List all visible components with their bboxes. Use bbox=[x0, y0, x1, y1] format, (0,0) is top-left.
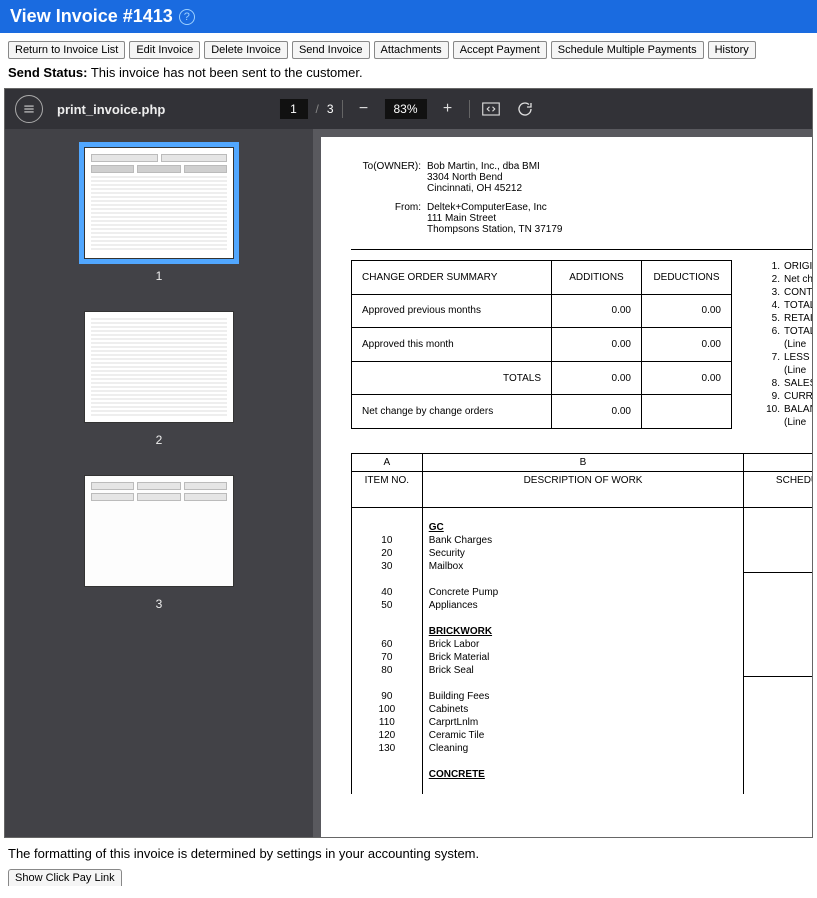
thumbnail-label-1: 1 bbox=[156, 269, 163, 283]
schedule-payments-button[interactable]: Schedule Multiple Payments bbox=[551, 41, 704, 59]
summary-line: (Line bbox=[762, 364, 812, 377]
table-row: 80Brick Seal150.000.000.00 bbox=[352, 664, 813, 677]
summary-line: 7.LESS PR bbox=[762, 351, 812, 364]
page-title-bar: View Invoice #1413 ? bbox=[0, 0, 817, 33]
summary-sidebar: 1.ORIGIN2.Net cha3.CONTRA4.TOTAL C5.RETA… bbox=[762, 260, 812, 429]
table-row: TOTALS 0.00 0.00 bbox=[352, 361, 732, 395]
pdf-viewer: print_invoice.php / 3 − 83% + bbox=[4, 88, 813, 838]
table-row: 40Concrete Pump1,065.000.00532.50 bbox=[352, 586, 813, 599]
table-row: 90Building Fees7,670.000.000.00 bbox=[352, 690, 813, 703]
subtotal-row: 505.000.00416.25 bbox=[352, 573, 813, 586]
table-row: 50Appliances4,720.000.001,180.00 bbox=[352, 599, 813, 612]
col-item-no: ITEM NO. bbox=[352, 472, 423, 508]
page-separator: / bbox=[315, 102, 318, 116]
table-row: Approved this month 0.00 0.00 bbox=[352, 328, 732, 362]
fit-page-icon[interactable] bbox=[478, 96, 504, 122]
thumbnail-page-2[interactable] bbox=[84, 311, 234, 423]
col-scheduled: SCHEDULED VALUE bbox=[744, 472, 812, 508]
from-address: Deltek+ComputerEase, Inc 111 Main Street… bbox=[427, 202, 562, 235]
formatting-note: The formatting of this invoice is determ… bbox=[0, 838, 817, 869]
table-row: Net change by change orders 0.00 bbox=[352, 395, 732, 429]
page-title: View Invoice #1413 bbox=[10, 6, 173, 27]
thumbnail-pane: 1 2 3 bbox=[5, 129, 313, 837]
col-desc: DESCRIPTION OF WORK bbox=[422, 472, 744, 508]
action-toolbar: Return to Invoice List Edit Invoice Dele… bbox=[0, 33, 817, 65]
delete-button[interactable]: Delete Invoice bbox=[204, 41, 288, 59]
table-row: 60Brick Labor2,655.000.000.00 bbox=[352, 638, 813, 651]
zoom-level[interactable]: 83% bbox=[385, 99, 427, 119]
thumbnail-label-3: 3 bbox=[156, 597, 163, 611]
send-status-text: This invoice has not been sent to the cu… bbox=[91, 65, 363, 80]
send-button[interactable]: Send Invoice bbox=[292, 41, 370, 59]
table-row: 110CarprtLnlm2,950.000.000.00 bbox=[352, 716, 813, 729]
rotate-icon[interactable] bbox=[512, 96, 538, 122]
table-row: 20Security355.000.00266.25 bbox=[352, 547, 813, 560]
summary-line: 6.TOTAL E bbox=[762, 325, 812, 338]
table-row: Approved previous months 0.00 0.00 bbox=[352, 294, 732, 328]
summary-line: 8.SALES T bbox=[762, 377, 812, 390]
send-status: Send Status: This invoice has not been s… bbox=[0, 65, 817, 88]
summary-line: 1.ORIGIN bbox=[762, 260, 812, 273]
table-row: 70Brick Material1,420.000.000.00 bbox=[352, 651, 813, 664]
page-number-input[interactable] bbox=[279, 99, 307, 119]
summary-line: (Line bbox=[762, 338, 812, 351]
pdf-filename: print_invoice.php bbox=[57, 102, 165, 117]
table-row: 10Bank Charges0.000.000.00 bbox=[352, 534, 813, 547]
table-row: 100Cabinets8,260.000.000.00 bbox=[352, 703, 813, 716]
document-pane[interactable]: To(OWNER): Bob Martin, Inc., dba BMI 330… bbox=[313, 129, 812, 837]
edit-button[interactable]: Edit Invoice bbox=[129, 41, 200, 59]
invoice-page: To(OWNER): Bob Martin, Inc., dba BMI 330… bbox=[321, 137, 812, 837]
change-order-table: CHANGE ORDER SUMMARY ADDITIONS DEDUCTION… bbox=[351, 260, 732, 429]
summary-line: 2.Net cha bbox=[762, 273, 812, 286]
section-header: GC bbox=[352, 521, 813, 534]
thumbnail-label-2: 2 bbox=[156, 433, 163, 447]
change-order-header: CHANGE ORDER SUMMARY bbox=[352, 261, 552, 295]
thumbnail-page-1[interactable] bbox=[84, 147, 234, 259]
table-row: 30Mailbox150.000.00150.00 bbox=[352, 560, 813, 573]
page-total: 3 bbox=[327, 102, 334, 116]
summary-line: 9.CURREN bbox=[762, 390, 812, 403]
pdf-toolbar: print_invoice.php / 3 − 83% + bbox=[5, 89, 812, 129]
help-icon[interactable]: ? bbox=[179, 9, 195, 25]
col-deductions: DEDUCTIONS bbox=[642, 261, 732, 295]
summary-line: 4.TOTAL C bbox=[762, 299, 812, 312]
section-header: CONCRETE bbox=[352, 768, 813, 781]
to-address: Bob Martin, Inc., dba BMI 3304 North Ben… bbox=[427, 161, 540, 194]
hamburger-icon[interactable] bbox=[15, 95, 43, 123]
col-additions: ADDITIONS bbox=[552, 261, 642, 295]
show-click-pay-link-button[interactable]: Show Click Pay Link bbox=[8, 869, 122, 886]
from-label: From: bbox=[351, 202, 421, 235]
return-button[interactable]: Return to Invoice List bbox=[8, 41, 125, 59]
work-table: A B C D E ST ITEM NO. DESCRIPTION OF WOR… bbox=[351, 453, 812, 794]
summary-line: 5.RETAIN bbox=[762, 312, 812, 325]
zoom-out-icon[interactable]: − bbox=[351, 96, 377, 122]
subtotal-row: 4,225.000.000.00 bbox=[352, 677, 813, 690]
send-status-label: Send Status: bbox=[8, 65, 87, 80]
to-label: To(OWNER): bbox=[351, 161, 421, 194]
zoom-in-icon[interactable]: + bbox=[435, 96, 461, 122]
section-header: BRICKWORK bbox=[352, 625, 813, 638]
table-row: 120Ceramic Tile4,015.000.000.00 bbox=[352, 729, 813, 742]
table-row: 130Cleaning590.000.000.00 bbox=[352, 742, 813, 755]
thumbnail-page-3[interactable] bbox=[84, 475, 234, 587]
summary-line: 10.BALANC bbox=[762, 403, 812, 416]
accept-payment-button[interactable]: Accept Payment bbox=[453, 41, 547, 59]
summary-line: (Line bbox=[762, 416, 812, 429]
summary-line: 3.CONTRA bbox=[762, 286, 812, 299]
attachments-button[interactable]: Attachments bbox=[374, 41, 449, 59]
history-button[interactable]: History bbox=[708, 41, 756, 59]
